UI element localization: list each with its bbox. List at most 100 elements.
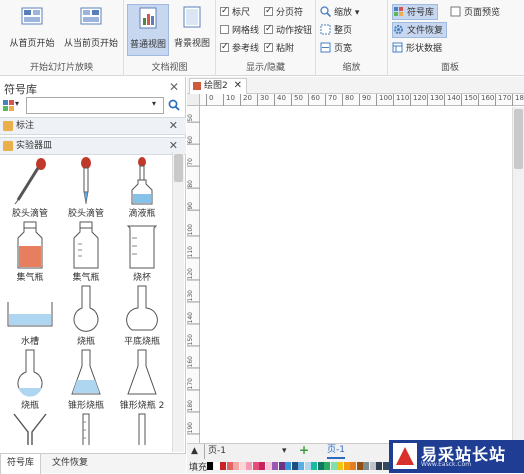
ruler-tick: 80 bbox=[342, 94, 354, 106]
background-view-button[interactable]: 背景视图 bbox=[171, 4, 213, 56]
library-picker-icon[interactable] bbox=[3, 100, 14, 111]
color-swatch[interactable] bbox=[213, 462, 220, 470]
shape-conical-flask-2[interactable]: 锥形烧瓶 2 bbox=[114, 348, 170, 412]
ruler-tick: 10 bbox=[223, 94, 235, 106]
shape-label: 平底烧瓶 bbox=[123, 337, 160, 347]
tab-file-recovery[interactable]: 文件恢复 bbox=[46, 454, 94, 474]
conical-flask-2-icon bbox=[127, 349, 157, 395]
shape-label: 烧瓶 bbox=[20, 401, 39, 411]
shape-gas-jar[interactable]: 集气瓶 bbox=[58, 220, 114, 284]
color-swatch[interactable] bbox=[343, 462, 350, 470]
search-dropdown-icon[interactable]: ▾ bbox=[152, 99, 156, 108]
page-selector[interactable]: 页-1 bbox=[204, 444, 226, 459]
action-button-checkbox[interactable]: 动作按钮 bbox=[264, 21, 312, 39]
color-swatch[interactable] bbox=[285, 462, 291, 470]
shape-test-tube[interactable] bbox=[114, 412, 170, 445]
shape-beaker[interactable]: 烧杯 bbox=[114, 220, 170, 284]
group-zoom: 缩放 ▾ 整页 页宽 缩放 bbox=[316, 0, 388, 76]
shape-gas-jar-red[interactable]: 集气瓶 bbox=[2, 220, 58, 284]
symbol-library-button[interactable]: 符号库 bbox=[392, 4, 439, 20]
shape-dropper-2[interactable]: 胶头滴管 bbox=[58, 156, 114, 220]
color-swatch[interactable] bbox=[337, 462, 343, 470]
shape-flask-filled[interactable]: 烧瓶 bbox=[2, 348, 58, 412]
color-swatch[interactable] bbox=[330, 462, 337, 470]
pagebreak-checkbox[interactable]: 分页符 bbox=[264, 3, 303, 21]
search-icon[interactable] bbox=[168, 99, 180, 111]
color-swatch[interactable] bbox=[252, 462, 259, 470]
snap-checkbox[interactable]: 粘附 bbox=[264, 39, 294, 57]
color-swatch[interactable] bbox=[246, 462, 252, 470]
page-preview-button[interactable]: 页面预览 bbox=[450, 5, 500, 21]
color-swatch[interactable] bbox=[265, 462, 272, 470]
guides-checkbox[interactable]: 参考线 bbox=[220, 39, 259, 57]
from-current-page-button[interactable]: 从当前页开始 bbox=[62, 4, 120, 56]
color-swatch[interactable] bbox=[304, 462, 311, 470]
fit-page-button[interactable]: 整页 bbox=[320, 23, 352, 39]
library-callouts[interactable]: 标注 ✕ bbox=[0, 117, 186, 135]
color-swatch[interactable] bbox=[239, 462, 246, 470]
color-swatch[interactable] bbox=[369, 462, 376, 470]
color-swatch[interactable] bbox=[278, 462, 285, 470]
shape-flat-flask[interactable]: 平底烧瓶 bbox=[114, 284, 170, 348]
file-recovery-button[interactable]: 文件恢复 bbox=[392, 22, 448, 38]
grid-check-icon bbox=[220, 25, 229, 34]
ruler-checkbox[interactable]: 标尺 bbox=[220, 3, 250, 21]
color-swatch[interactable] bbox=[324, 462, 330, 470]
color-swatch[interactable] bbox=[207, 462, 213, 470]
page-dropdown-icon[interactable]: ▾ bbox=[282, 444, 287, 459]
ruler-tick: 190 bbox=[187, 422, 200, 435]
shape-data-button[interactable]: 形状数据 bbox=[392, 41, 442, 57]
page-width-button[interactable]: 页宽 bbox=[320, 41, 352, 57]
normal-view-button[interactable]: 普通视图 bbox=[127, 4, 169, 56]
color-swatch[interactable] bbox=[356, 462, 363, 470]
shape-flask[interactable]: 烧瓶 bbox=[58, 284, 114, 348]
ruler-tick: 130 bbox=[427, 94, 443, 106]
pages-up-icon[interactable]: ▲ bbox=[191, 444, 198, 459]
page-tab-1[interactable]: 页-1 bbox=[327, 444, 345, 459]
color-swatch[interactable] bbox=[298, 462, 304, 470]
drawing-canvas[interactable] bbox=[201, 107, 511, 443]
library-picker-chevron-icon[interactable]: ▾ bbox=[15, 99, 19, 108]
color-swatch[interactable] bbox=[233, 462, 239, 470]
color-swatch[interactable] bbox=[291, 462, 298, 470]
panel-scrollbar[interactable] bbox=[172, 152, 184, 452]
fit-page-icon bbox=[320, 24, 331, 35]
color-swatch[interactable] bbox=[272, 462, 278, 470]
from-first-page-button[interactable]: 从首页开始 bbox=[4, 4, 60, 56]
shape-label: 集气瓶 bbox=[72, 273, 100, 283]
tab-symbol-library[interactable]: 符号库 bbox=[0, 454, 42, 474]
shape-data-label: 形状数据 bbox=[406, 44, 443, 54]
canvas-scrollbar-thumb[interactable] bbox=[514, 109, 523, 169]
panel-title: 符号库 bbox=[4, 83, 37, 96]
group-slideshow: 从首页开始 从当前页开始 开始幻灯片放映 bbox=[0, 0, 124, 76]
group-docview: 普通视图 背景视图 文档视图 bbox=[124, 0, 216, 76]
color-swatch[interactable] bbox=[350, 462, 356, 470]
shape-dropping-bottle[interactable]: 滴液瓶 bbox=[114, 156, 170, 220]
shape-water-trough[interactable]: 水槽 bbox=[2, 284, 58, 348]
add-page-icon[interactable]: + bbox=[299, 443, 309, 458]
shape-y-tube[interactable] bbox=[2, 412, 58, 445]
color-swatch[interactable] bbox=[311, 462, 317, 470]
color-swatch[interactable] bbox=[226, 462, 233, 470]
shape-grid: 胶头滴管 胶头滴管 滴液瓶 集气瓶 集气瓶 烧杯 水槽 烧瓶 平底烧瓶 烧瓶 锥… bbox=[0, 152, 172, 445]
grid-checkbox[interactable]: 网格线 bbox=[220, 23, 259, 39]
shape-burette[interactable] bbox=[58, 412, 114, 445]
ruler-tick: 50 bbox=[187, 114, 200, 123]
color-swatch[interactable] bbox=[317, 462, 324, 470]
ribbon: 从首页开始 从当前页开始 开始幻灯片放映 普通视图 背景视图 文档视图 标尺 分… bbox=[0, 0, 524, 76]
color-swatch[interactable] bbox=[220, 462, 226, 470]
color-swatch[interactable] bbox=[376, 462, 382, 470]
scrollbar-thumb[interactable] bbox=[174, 154, 183, 182]
shape-dropper[interactable]: 胶头滴管 bbox=[2, 156, 58, 220]
close-library-icon[interactable]: ✕ bbox=[169, 118, 178, 134]
zoom-button[interactable]: 缩放 ▾ bbox=[320, 5, 359, 21]
document-tab[interactable]: 绘图2 ✕ bbox=[189, 78, 247, 94]
search-input[interactable] bbox=[26, 97, 164, 114]
color-swatch[interactable] bbox=[259, 462, 265, 470]
shape-conical-flask[interactable]: 锥形烧瓶 bbox=[58, 348, 114, 412]
canvas-scrollbar[interactable] bbox=[512, 107, 524, 443]
panel-close-icon[interactable]: ✕ bbox=[169, 80, 179, 94]
close-tab-icon[interactable]: ✕ bbox=[234, 79, 242, 93]
color-swatch[interactable] bbox=[382, 462, 389, 470]
color-swatch[interactable] bbox=[363, 462, 369, 470]
